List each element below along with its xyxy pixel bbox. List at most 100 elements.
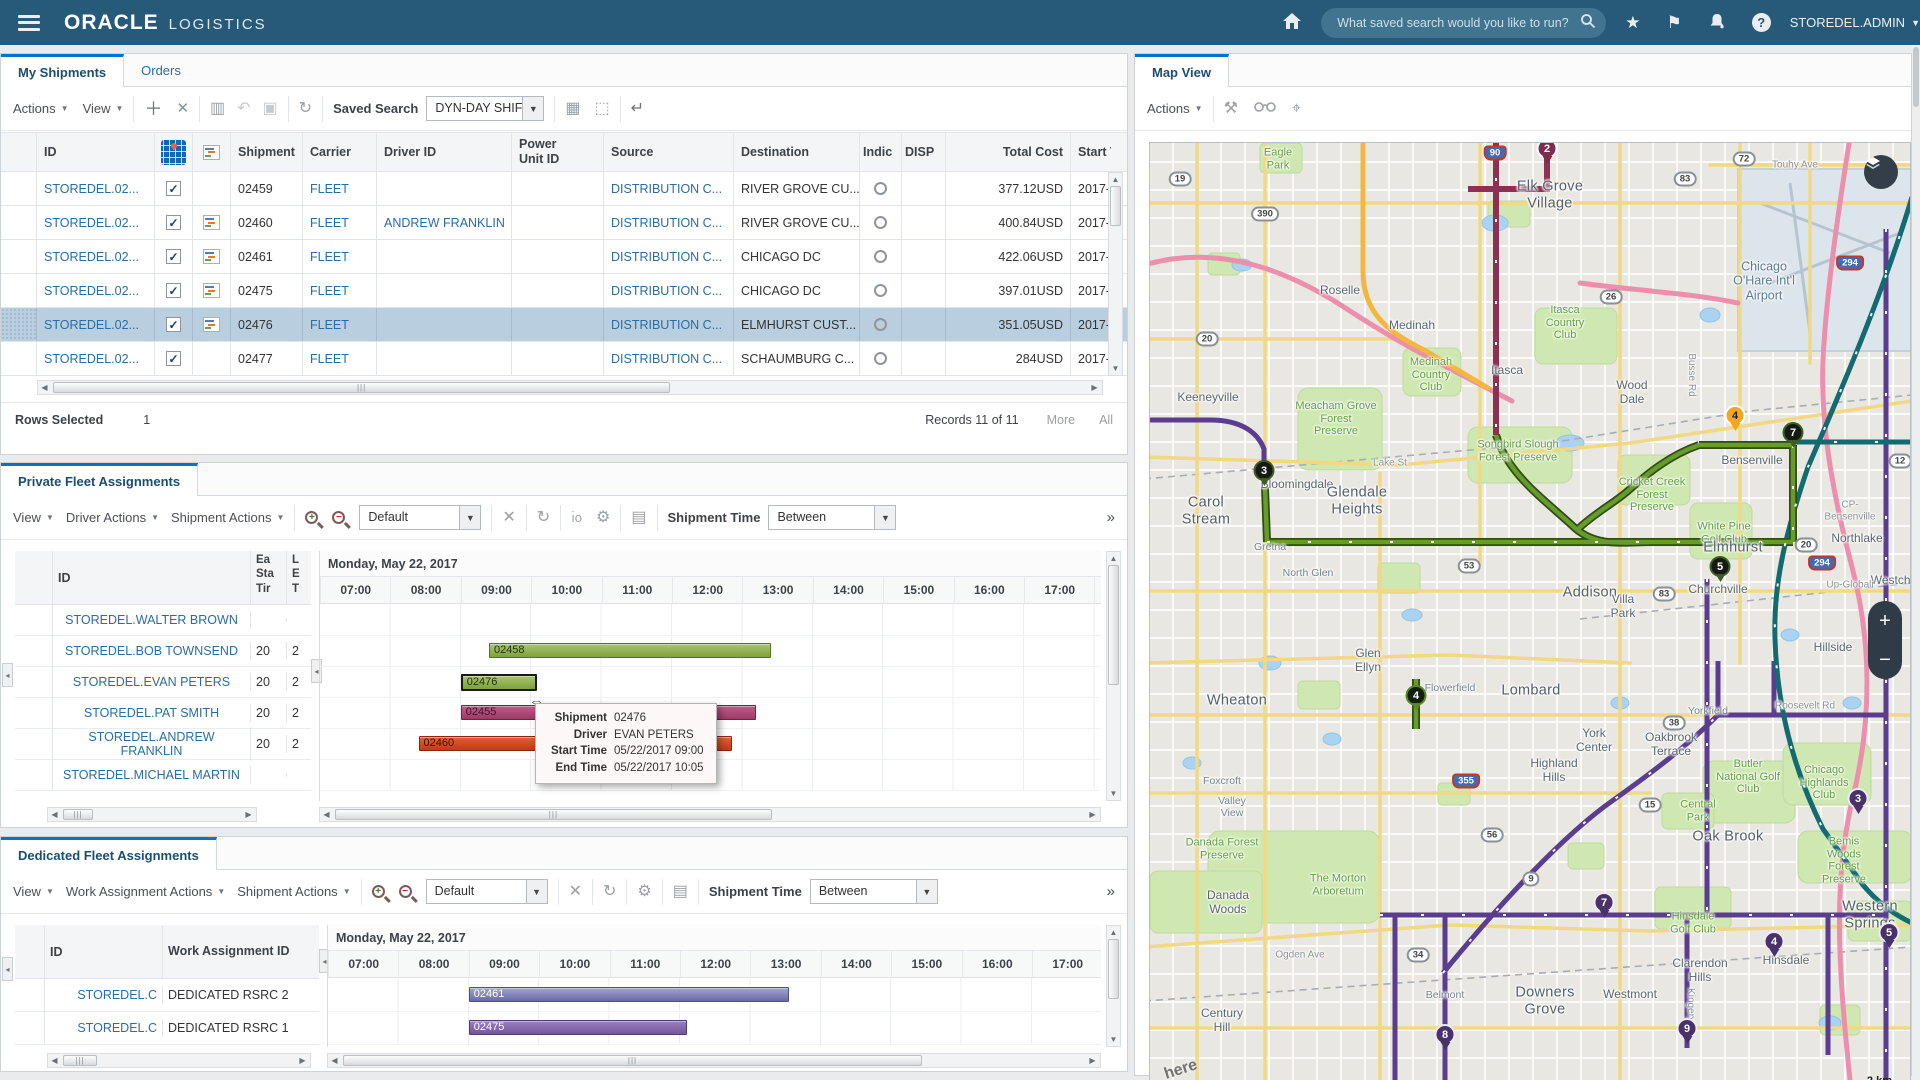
global-search-input[interactable] bbox=[1335, 14, 1581, 31]
map-layers-button[interactable] bbox=[1864, 155, 1898, 189]
carrier-cell-text[interactable]: FLEET bbox=[310, 352, 349, 366]
pf-preset-select[interactable]: Default ▼ bbox=[359, 505, 482, 530]
checkbox-checked[interactable]: ✓ bbox=[166, 249, 181, 264]
actions-menu-button[interactable]: Actions ▼ bbox=[13, 101, 69, 116]
carrier-cell-text[interactable]: FLEET bbox=[310, 182, 349, 196]
table-row[interactable]: STOREDEL.02... ✓ 02476 FLEET DISTRIBUTION C.… bbox=[1, 308, 1127, 342]
pf-resource-row[interactable]: STOREDEL.WALTER BROWN bbox=[15, 605, 311, 636]
pf-row-selector[interactable] bbox=[15, 698, 53, 728]
indicator-circle-icon[interactable] bbox=[874, 216, 887, 229]
col-map[interactable] bbox=[155, 133, 193, 171]
pf-row-selector[interactable] bbox=[15, 667, 53, 697]
map-marker[interactable]: 7 bbox=[1593, 892, 1615, 919]
pf-refresh-icon[interactable]: ↻ bbox=[537, 509, 550, 526]
tab-dedicated-fleet-assignments[interactable]: Dedicated Fleet Assignments bbox=[1, 837, 217, 870]
checkbox-checked[interactable]: ✓ bbox=[166, 215, 181, 230]
source-cell-text[interactable]: DISTRIBUTION C... bbox=[611, 318, 722, 332]
col-power-unit[interactable]: Power Unit ID bbox=[512, 133, 604, 171]
table-row[interactable]: STOREDEL.02... ✓ 02459 FLEET DISTRIBUTION C.… bbox=[1, 172, 1127, 206]
indicator-circle-icon[interactable] bbox=[874, 250, 887, 263]
indicator-circle-icon[interactable] bbox=[874, 352, 887, 365]
save-icon[interactable]: ▣ bbox=[263, 100, 278, 117]
pf-row-selector[interactable] bbox=[15, 760, 53, 790]
checkbox-checked[interactable]: ✓ bbox=[166, 181, 181, 196]
saved-search-select[interactable]: DYN-DAY SHIF ▼ bbox=[426, 96, 545, 121]
df-overflow-chevrons-icon[interactable]: » bbox=[1107, 884, 1115, 899]
map-marker[interactable]: 7 bbox=[1782, 422, 1804, 449]
pf-row-selector[interactable] bbox=[15, 729, 53, 759]
tab-map-view[interactable]: Map View bbox=[1135, 54, 1230, 87]
source-cell-text[interactable]: DISTRIBUTION C... bbox=[611, 250, 722, 264]
shipment-id-link[interactable]: STOREDEL.02... bbox=[44, 318, 139, 332]
detach-table-icon[interactable]: ▥ bbox=[210, 100, 225, 117]
delete-icon[interactable]: ✕ bbox=[176, 101, 189, 116]
row-selector-cell[interactable] bbox=[1, 274, 37, 307]
pf-legend-icon[interactable]: ▤ bbox=[631, 509, 646, 526]
pf-resource-row[interactable]: STOREDEL.MICHAEL MARTIN bbox=[15, 760, 311, 791]
table-row[interactable]: STOREDEL.02... ✓ 02475 FLEET DISTRIBUTION C.… bbox=[1, 274, 1127, 308]
col-driver[interactable]: Driver ID bbox=[377, 133, 512, 171]
map-marker[interactable]: 5 bbox=[1709, 556, 1731, 583]
user-menu[interactable]: STOREDEL.ADMIN ▼ bbox=[1790, 15, 1920, 30]
home-icon[interactable] bbox=[1282, 12, 1302, 33]
gantt-bar[interactable]: 02458 bbox=[488, 643, 771, 658]
row-selector-cell[interactable] bbox=[1, 342, 37, 375]
pf-driver-link[interactable]: STOREDEL.EVAN PETERS bbox=[73, 675, 230, 689]
add-icon[interactable]: ＋ bbox=[144, 100, 162, 118]
gantt-chart-icon[interactable] bbox=[203, 249, 220, 264]
df-preset-select[interactable]: Default ▼ bbox=[425, 879, 548, 904]
df-table-hscrollbar[interactable]: ◀ ||| ▶ bbox=[47, 1053, 311, 1068]
gantt-bar[interactable]: 02475 bbox=[468, 1020, 688, 1035]
df-gantt-hscrollbar[interactable]: ◀ ||| ▶ bbox=[327, 1053, 1101, 1068]
pf-gantt-hscrollbar[interactable]: ◀ ||| ▶ bbox=[319, 807, 1101, 822]
pf-vertical-scrollbar[interactable]: ▲ ▼ bbox=[1106, 551, 1121, 801]
pf-resource-row[interactable]: STOREDEL.BOB TOWNSEND 20 2 bbox=[15, 636, 311, 667]
table-row[interactable]: STOREDEL.02... ✓ 02477 FLEET DISTRIBUTION C.… bbox=[1, 342, 1127, 376]
col-source[interactable]: Source bbox=[604, 133, 734, 171]
indicator-circle-icon[interactable] bbox=[874, 284, 887, 297]
df-id-link[interactable]: STOREDEL.C bbox=[77, 988, 157, 1002]
pf-table-hscrollbar[interactable]: ◀ ||| ▶ bbox=[47, 807, 257, 822]
map-canvas[interactable]: Elk Grove Village Touhy Ave Chicago O'Hare… bbox=[1149, 142, 1911, 1080]
pf-row-selector[interactable] bbox=[15, 636, 53, 666]
map-marker[interactable]: 4 bbox=[1763, 931, 1785, 958]
carrier-cell-text[interactable]: FLEET bbox=[310, 284, 349, 298]
pf-col-id[interactable]: ID bbox=[53, 551, 251, 604]
row-selector-cell[interactable] bbox=[1, 206, 37, 239]
pf-driver-clock-icon[interactable]: ı̇o bbox=[571, 511, 582, 524]
fit-to-window-icon[interactable]: ⬚ bbox=[594, 100, 609, 117]
pf-shipment-time-select[interactable]: Between ▼ bbox=[768, 505, 897, 530]
pf-row-selector[interactable] bbox=[15, 605, 53, 635]
map-locate-icon[interactable]: ⌖ bbox=[1292, 100, 1301, 117]
pf-settings-gear-icon[interactable]: ⚙ bbox=[596, 509, 610, 526]
tab-orders[interactable]: Orders bbox=[124, 54, 198, 86]
favorites-star-icon[interactable]: ★ bbox=[1625, 14, 1640, 31]
map-zoom-out-button[interactable]: − bbox=[1879, 650, 1891, 670]
table-row[interactable]: STOREDEL.02... ✓ 02461 FLEET DISTRIBUTION C.… bbox=[1, 240, 1127, 274]
pf-resource-row[interactable]: STOREDEL.PAT SMITH 20 2 bbox=[15, 698, 311, 729]
search-icon[interactable] bbox=[1580, 13, 1596, 32]
pf-col-latest-end[interactable]: L E T bbox=[287, 551, 309, 604]
checkbox-checked[interactable]: ✓ bbox=[166, 351, 181, 366]
map-marker[interactable]: 5 bbox=[1878, 922, 1900, 949]
df-legend-icon[interactable]: ▤ bbox=[673, 883, 688, 900]
gantt-chart-icon[interactable] bbox=[203, 215, 220, 230]
pf-shipment-actions-menu[interactable]: Shipment Actions ▼ bbox=[171, 510, 284, 525]
pf-driver-link[interactable]: STOREDEL.ANDREW FRANKLIN bbox=[88, 730, 214, 758]
row-selector-cell[interactable] bbox=[1, 240, 37, 273]
flag-icon[interactable]: ⚑ bbox=[1666, 14, 1681, 31]
undo-icon[interactable]: ↶ bbox=[237, 100, 250, 117]
tab-my-shipments[interactable]: My Shipments bbox=[1, 54, 125, 87]
pf-driver-link[interactable]: STOREDEL.WALTER BROWN bbox=[65, 613, 238, 627]
map-marker[interactable]: 8 bbox=[1434, 1024, 1456, 1051]
gantt-bar[interactable]: 02461 bbox=[468, 987, 790, 1002]
source-cell-text[interactable]: DISTRIBUTION C... bbox=[611, 182, 722, 196]
col-disp[interactable]: DISP bbox=[902, 133, 946, 171]
pf-clear-icon[interactable]: ✕ bbox=[502, 509, 515, 526]
df-resource-row[interactable]: STOREDEL.C DEDICATED RSRC 1 bbox=[15, 1012, 319, 1045]
df-id-link[interactable]: STOREDEL.C bbox=[77, 1021, 157, 1035]
source-cell-text[interactable]: DISTRIBUTION C... bbox=[611, 352, 722, 366]
all-link[interactable]: All bbox=[1099, 413, 1113, 427]
shipments-vertical-scrollbar[interactable]: ▲ ▼ bbox=[1108, 172, 1123, 376]
df-zoom-in-icon[interactable]: + bbox=[371, 885, 385, 898]
